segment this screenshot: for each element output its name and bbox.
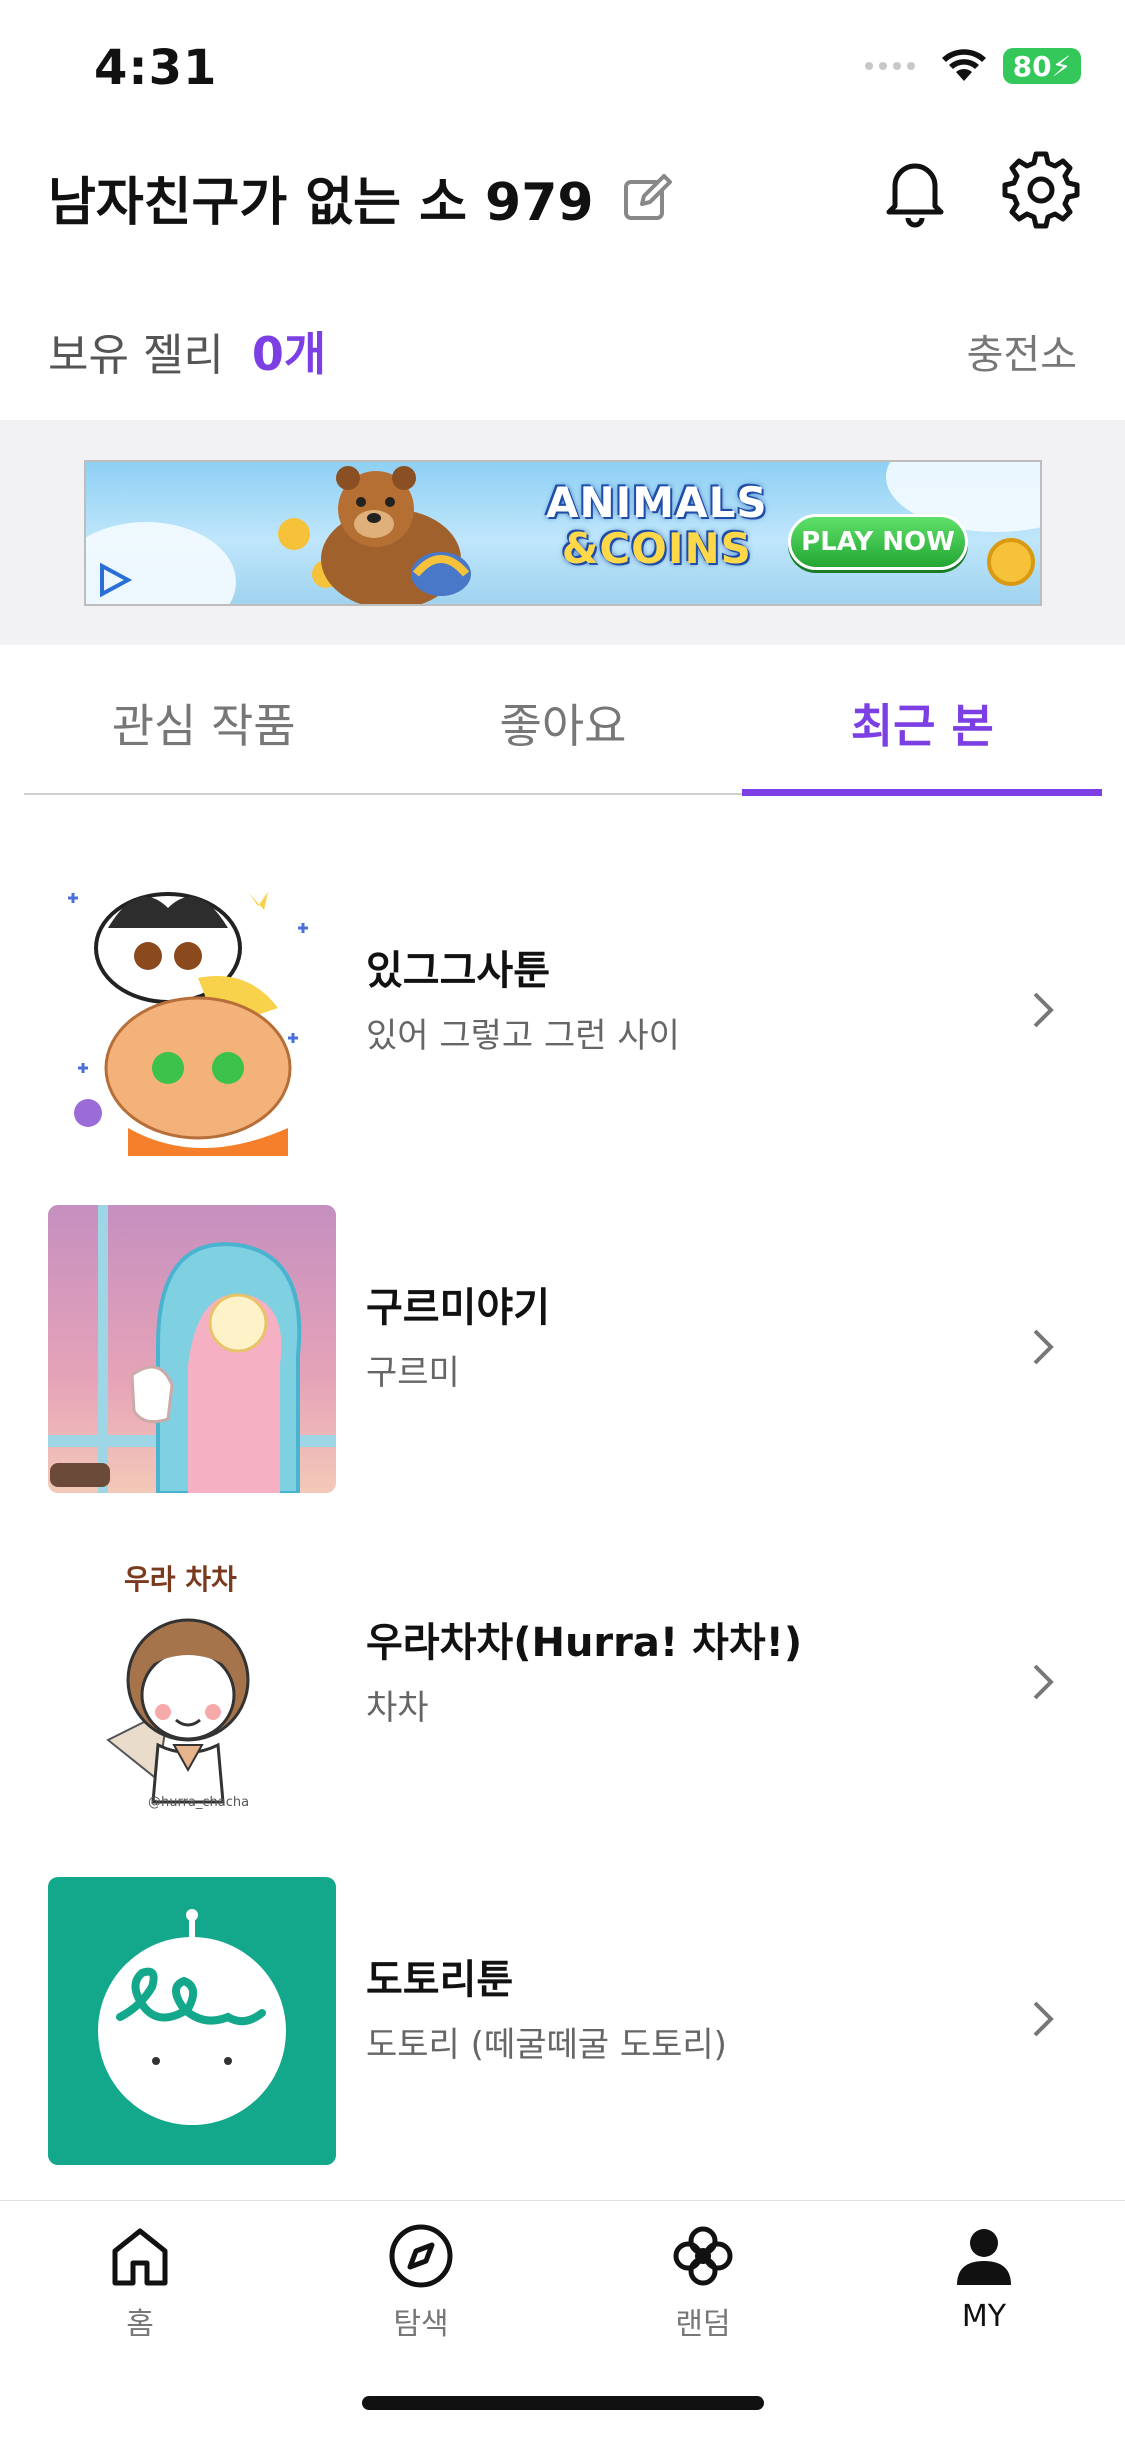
acorn-logo-icon: [98, 1909, 286, 2125]
ad-banner[interactable]: ANIMALS &COINS PLAY NOW: [84, 460, 1042, 606]
item-title: 구르미야기: [366, 1285, 550, 1331]
compass-icon: [389, 2224, 453, 2288]
jelly-count: 0개: [251, 327, 327, 381]
item-author: 도토리 (떼굴떼굴 도토리): [366, 2025, 727, 2065]
charge-link[interactable]: 충전소: [967, 322, 1077, 380]
tab-recent[interactable]: 최근 본: [743, 650, 1102, 796]
nav-explore[interactable]: 탐색: [321, 2221, 521, 2343]
clover-icon: [673, 2226, 733, 2286]
library-tabs: 관심 작품 좋아요 최근 본: [24, 650, 1102, 796]
ad-play-icon: [100, 562, 132, 598]
battery-icon: 80 ⚡: [1003, 48, 1081, 84]
girl-cape-illustration-icon: [106, 1618, 250, 1804]
nav-label: 랜덤: [675, 2307, 731, 2342]
ad-play-now-button[interactable]: PLAY NOW: [788, 514, 968, 570]
girl-window-illustration-icon: [48, 1205, 336, 1493]
status-time: 4:31: [94, 40, 218, 96]
chevron-right-icon: [1033, 2001, 1054, 2037]
tab-favorites[interactable]: 관심 작품: [24, 650, 383, 796]
jelly-label: 보유 젤리: [48, 330, 224, 381]
item-thumbnail: 우라 차차 @hurra_chacha: [48, 1540, 336, 1828]
list-item[interactable]: 우라 차차 @hurra_chacha 우라차차(Hurra! 차차!) 차차: [0, 1540, 1125, 1830]
username: 남자친구가 없는 소 979: [48, 173, 594, 233]
chevron-right-icon: [1033, 1329, 1054, 1365]
chevron-right-icon: [1033, 992, 1054, 1028]
person-icon: [957, 2229, 1011, 2285]
item-title: 도토리툰: [366, 1957, 514, 2003]
ad-title-line1: ANIMALS: [546, 478, 768, 527]
nav-my[interactable]: MY: [884, 2221, 1084, 2334]
jelly-balance: 보유 젤리 0개: [48, 318, 326, 384]
thumb-handle: @hurra_chacha: [148, 1795, 250, 1810]
nav-label: 홈: [126, 2307, 154, 2342]
ad-title-line2: &COINS: [561, 524, 752, 573]
edit-icon[interactable]: [620, 170, 676, 226]
bell-icon[interactable]: [875, 150, 955, 230]
nav-random[interactable]: 랜덤: [603, 2221, 803, 2343]
home-indicator: [362, 2396, 764, 2410]
ad-coin-icon: [987, 538, 1035, 586]
item-author: 차차: [366, 1688, 429, 1728]
nav-label: MY: [961, 2299, 1007, 2334]
nav-home[interactable]: 홈: [40, 2221, 240, 2343]
nav-label: 탐색: [393, 2307, 449, 2342]
status-indicators: 80 ⚡: [865, 48, 1081, 84]
item-title: 우라차차(Hurra! 차차!): [366, 1620, 803, 1666]
item-title: 있그그사툰: [366, 948, 550, 994]
chevron-right-icon: [1033, 1664, 1054, 1700]
profile-header: 남자친구가 없는 소 979: [48, 160, 676, 235]
tab-active-indicator: [742, 789, 1102, 796]
ad-title: ANIMALS &COINS: [546, 480, 768, 572]
battery-level: 80: [1012, 49, 1052, 83]
signal-dots-icon: [865, 62, 915, 70]
wifi-icon: [942, 49, 986, 81]
list-item[interactable]: 있그그사툰 있어 그렇고 그런 사이: [0, 868, 1125, 1158]
item-thumbnail: [48, 868, 336, 1156]
item-thumbnail: [48, 1205, 336, 1493]
tab-likes[interactable]: 좋아요: [383, 650, 742, 796]
home-icon: [112, 2228, 168, 2286]
list-item[interactable]: 도토리툰 도토리 (떼굴떼굴 도토리): [0, 1877, 1125, 2167]
item-thumbnail: [48, 1877, 336, 2165]
cats-illustration-icon: [68, 892, 308, 1156]
item-author: 구르미: [366, 1353, 460, 1393]
gear-icon[interactable]: [1001, 150, 1081, 230]
bear-illustration-icon: [278, 466, 471, 604]
item-author: 있어 그렇고 그런 사이: [366, 1016, 680, 1056]
list-item[interactable]: 구르미야기 구르미: [0, 1205, 1125, 1495]
